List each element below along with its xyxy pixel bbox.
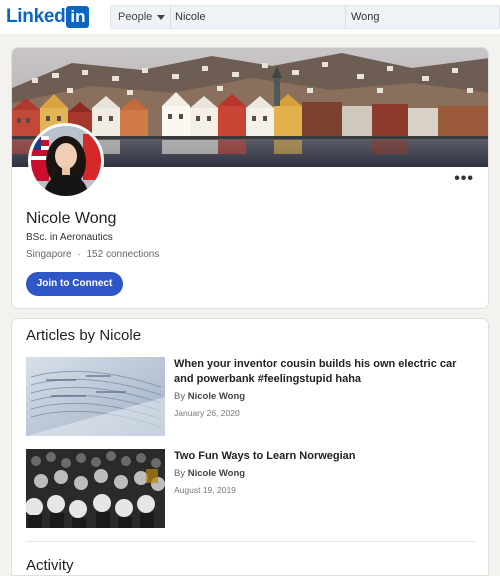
profile-name: Nicole Wong [26, 210, 117, 227]
more-options-icon[interactable]: ••• [454, 171, 474, 187]
join-to-connect-button[interactable]: Join to Connect [26, 272, 123, 296]
search-category-dropdown[interactable]: People [111, 6, 171, 28]
activity-heading: Activity [26, 557, 74, 574]
linkedin-logo[interactable]: Linked in [6, 6, 90, 28]
article-item[interactable]: Two Fun Ways to Learn Norwegian By Nicol… [26, 449, 478, 529]
profile-location: Singapore [26, 249, 72, 260]
logo-wordmark: Linked [6, 6, 66, 27]
profile-headline: BSc. in Aeronautics [26, 232, 113, 243]
article-date: August 19, 2019 [174, 485, 236, 495]
article-author[interactable]: Nicole Wong [188, 391, 245, 402]
people-search-bar: People Nicole Wong [110, 5, 500, 29]
article-item[interactable]: When your inventor cousin builds his own… [26, 357, 478, 437]
first-name-input[interactable]: Nicole [171, 6, 346, 28]
article-title[interactable]: Two Fun Ways to Learn Norwegian [174, 449, 474, 464]
last-name-value: Wong [351, 11, 380, 23]
profile-meta: Singapore · 152 connections [26, 249, 159, 260]
article-title[interactable]: When your inventor cousin builds his own… [174, 357, 474, 387]
search-category-label: People [118, 11, 153, 23]
article-byline: By Nicole Wong [174, 468, 245, 479]
meta-separator: · [77, 249, 81, 260]
article-byline: By Nicole Wong [174, 391, 245, 402]
article-date: January 26, 2020 [174, 408, 240, 418]
article-thumbnail-crowd[interactable] [26, 449, 165, 528]
last-name-input[interactable]: Wong [346, 6, 499, 28]
article-thumbnail-newspaper[interactable] [26, 357, 165, 436]
articles-section: Articles by Nicole When your inventor co… [11, 318, 489, 576]
profile-card: ••• Nicole Wong BSc. in Aeronautics Sing… [11, 47, 489, 309]
top-navbar: Linked in People Nicole Wong [0, 0, 500, 34]
profile-connections[interactable]: 152 connections [87, 249, 160, 260]
profile-avatar[interactable] [28, 123, 104, 199]
section-divider [26, 541, 476, 542]
article-author[interactable]: Nicole Wong [188, 468, 245, 479]
logo-in-badge: in [66, 6, 90, 28]
articles-heading: Articles by Nicole [26, 327, 142, 344]
chevron-down-icon [157, 14, 166, 20]
first-name-value: Nicole [175, 11, 206, 23]
byline-prefix: By [174, 468, 186, 479]
byline-prefix: By [174, 391, 186, 402]
